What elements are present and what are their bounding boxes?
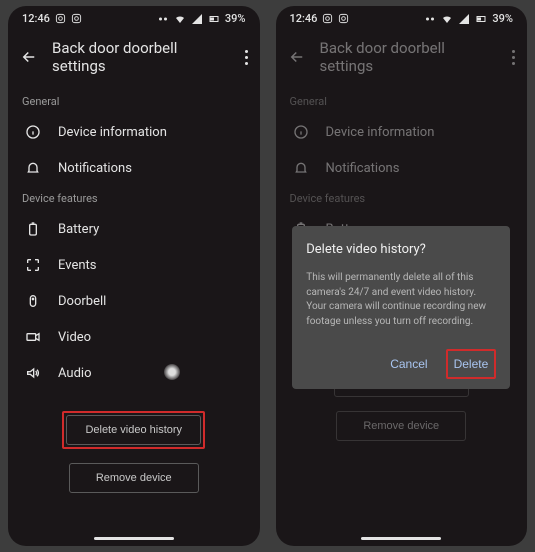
row-label: Doorbell [58,294,106,309]
back-arrow-icon[interactable] [20,48,38,66]
row-audio[interactable]: Audio [8,355,260,391]
phone-left: 12:46 39% Back door doorbell settings Ge… [8,6,260,546]
status-time: 12:46 [22,12,50,25]
signal-icon [191,13,203,25]
row-video[interactable]: Video [8,319,260,355]
row-device-info[interactable]: Device information [8,114,260,150]
info-icon [24,124,42,140]
events-icon [24,257,42,273]
row-doorbell[interactable]: Doorbell [8,283,260,319]
page-title: Back door doorbell settings [52,39,231,75]
battery-pct: 39% [225,12,246,25]
row-events[interactable]: Events [8,247,260,283]
nav-bar[interactable] [94,537,174,540]
video-icon [24,329,42,345]
row-label: Video [58,330,91,345]
remove-device-button[interactable]: Remove device [69,463,199,493]
doorbell-icon [24,293,42,309]
dialog-overlay: Delete video history? This will permanen… [276,6,528,546]
instagram-icon [71,13,82,24]
cancel-button[interactable]: Cancel [386,353,431,375]
delete-button[interactable]: Delete [450,353,493,375]
menu-icon[interactable] [245,50,248,65]
confirm-dialog: Delete video history? This will permanen… [292,226,510,389]
status-bar: 12:46 39% [8,6,260,29]
row-label: Battery [58,222,99,237]
row-label: Notifications [58,161,132,176]
row-battery[interactable]: Battery [8,211,260,247]
row-notifications[interactable]: Notifications [8,150,260,186]
bell-icon [24,160,42,176]
dialog-body: This will permanently delete all of this… [306,271,496,329]
nav-bar[interactable] [361,537,441,540]
highlight-delete: Delete [446,349,497,379]
section-general: General [8,89,260,114]
dialog-title: Delete video history? [306,242,496,257]
delete-video-history-button[interactable]: Delete video history [66,415,201,445]
highlight-delete-history: Delete video history [62,411,205,449]
section-features: Device features [8,186,260,211]
phone-right: 12:46 39% Back door doorbell settings Ge… [276,6,528,546]
wifi-icon [174,13,186,25]
battery-icon [24,221,42,237]
instagram-icon [55,13,66,24]
header: Back door doorbell settings [8,29,260,89]
row-label: Events [58,258,96,273]
link-icon [157,13,169,25]
audio-icon [24,365,42,381]
row-label: Audio [58,366,91,381]
battery-icon [208,13,220,25]
row-label: Device information [58,125,167,140]
